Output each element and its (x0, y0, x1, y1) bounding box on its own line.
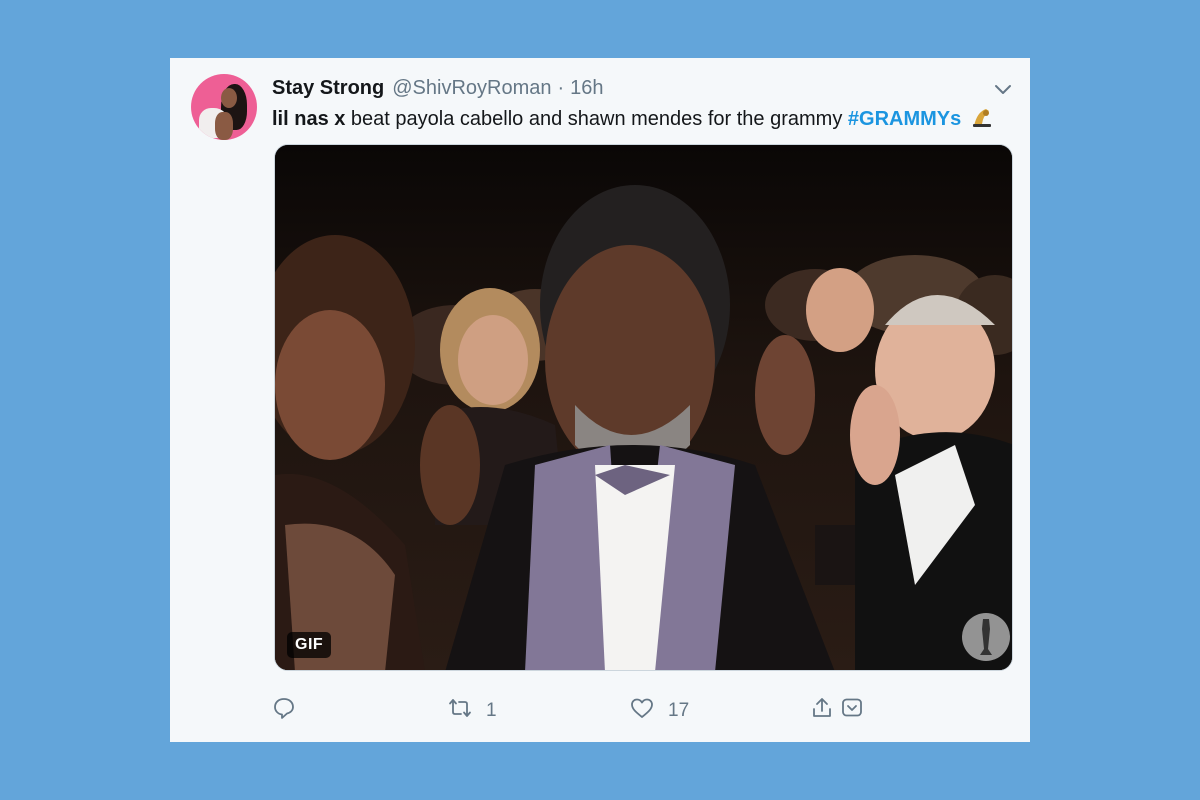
tweet-media-gif[interactable]: GIF (274, 144, 1013, 671)
tweet-text-body: beat payola cabello and shawn mendes for… (345, 108, 848, 130)
like-icon (630, 696, 654, 726)
hashtag-link[interactable]: #GRAMMYs (848, 108, 961, 130)
retweet-icon (448, 696, 472, 726)
dm-icon (840, 696, 864, 726)
reply-icon (272, 696, 296, 726)
like-count: 17 (668, 700, 690, 721)
gif-badge: GIF (287, 632, 332, 658)
share-icon (810, 696, 834, 726)
dm-button[interactable] (840, 696, 864, 726)
tweet-text: lil nas x beat payola cabello and shawn … (272, 106, 993, 134)
avatar[interactable] (191, 74, 257, 140)
author-name[interactable]: Stay Strong (272, 77, 384, 100)
share-button[interactable] (810, 696, 834, 726)
reply-button[interactable] (272, 696, 296, 726)
tweet-text-bold: lil nas x (272, 108, 346, 130)
separator: · (557, 77, 565, 99)
like-button[interactable]: 17 (630, 696, 689, 726)
tweet-actions: 1 17 (272, 696, 872, 722)
tweet-card[interactable]: Stay Strong @ShivRoyRoman · 16h lil nas … (170, 58, 1030, 742)
retweet-button[interactable]: 1 (448, 696, 497, 726)
trophy-icon (971, 106, 993, 134)
author-handle[interactable]: @ShivRoyRoman (392, 77, 551, 100)
tweet-header: Stay Strong @ShivRoyRoman · 16h (272, 77, 604, 100)
retweet-count: 1 (486, 700, 497, 721)
oscar-logo-icon (962, 613, 1010, 661)
timestamp[interactable]: 16h (570, 77, 603, 100)
chevron-down-icon[interactable] (992, 78, 1014, 100)
